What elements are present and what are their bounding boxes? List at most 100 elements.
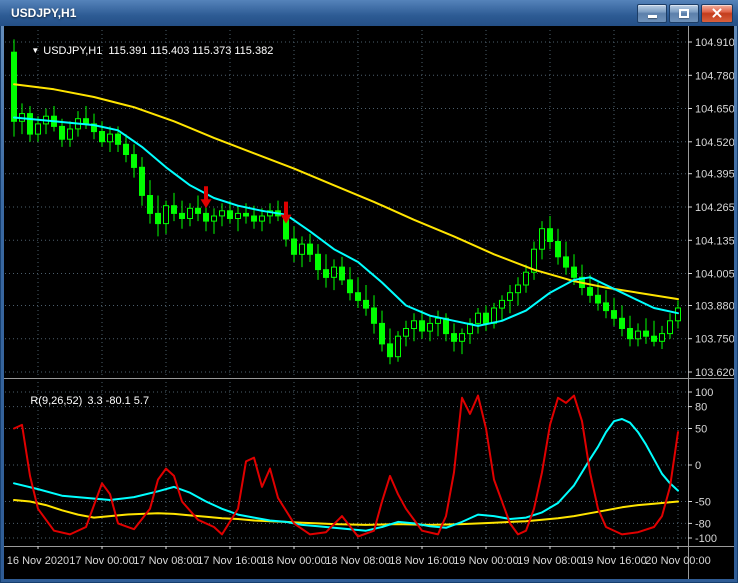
candle-bear (323, 269, 329, 278)
candle-bear (363, 299, 369, 309)
candle-bull (427, 322, 433, 332)
candle-bear (307, 243, 313, 255)
candle-bear (371, 307, 377, 324)
indicator-axis-label: 100 (695, 387, 713, 399)
time-axis-label: 19 Nov 16:00 (581, 555, 646, 567)
candle-bear (315, 253, 321, 271)
candle-bull (163, 205, 169, 225)
candle-bear (643, 330, 649, 337)
candle-bull (507, 292, 513, 301)
candle-bear (123, 143, 129, 156)
maximize-icon (679, 8, 689, 18)
candle-bear (355, 292, 361, 301)
indicator-axis-label: 80 (695, 402, 707, 414)
price-axis-label: 104.265 (695, 202, 734, 214)
candles (11, 39, 681, 365)
time-axis-label: 16 Nov 2020 (7, 555, 69, 567)
indicator-axis-label: -100 (695, 533, 717, 545)
time-axis-label: 18 Nov 08:00 (325, 555, 390, 567)
indicator-label: R(9,26,52) 3.3 -80.1 5.7 (12, 383, 149, 419)
candle-bull (515, 284, 521, 294)
chart-canvas[interactable]: 104.910 104.780 104.650 104.520 104.395 104.2… (4, 26, 734, 579)
candle-bear (339, 266, 345, 281)
maximize-button[interactable] (669, 3, 699, 23)
candle-bull (667, 320, 673, 335)
candle-bear (603, 302, 609, 312)
candle-bear (595, 294, 601, 304)
candle-bear (59, 125, 65, 140)
sell-arrow-icon (200, 186, 212, 209)
candle-bear (571, 266, 577, 278)
window-title: USDJPY,H1 (11, 6, 77, 20)
price-axis-label: 104.910 (695, 37, 734, 49)
candle-bear (387, 343, 393, 358)
candle-bull (259, 215, 265, 222)
titlebar[interactable]: USDJPY,H1 (0, 0, 738, 26)
price-axis-label: 104.650 (695, 104, 734, 116)
sell-arrow-icon (280, 201, 292, 224)
candle-bull (219, 210, 225, 217)
candle-bear (195, 207, 201, 214)
price-axis-label: 103.750 (695, 334, 734, 346)
window-controls (635, 3, 733, 23)
candle-bull (635, 330, 641, 340)
candle-bear (347, 279, 353, 294)
indicator-axis-label: -50 (695, 497, 711, 509)
candle-bull (35, 123, 41, 135)
candle-bear (483, 312, 489, 324)
candle-bear (627, 328, 633, 340)
candle-bull (539, 228, 545, 250)
candle-bear (115, 133, 121, 145)
indicator-axis-label: -80 (695, 518, 711, 530)
time-scale[interactable]: 16 Nov 2020 17 Nov 00:0017 Nov 08:0017 No… (7, 546, 711, 567)
candle-bull (187, 207, 193, 220)
chart-content: 104.910 104.780 104.650 104.520 104.395 104.2… (4, 26, 734, 579)
candle-bull (211, 215, 217, 222)
close-button[interactable] (701, 3, 733, 23)
minimize-button[interactable] (637, 3, 667, 23)
ohlc-values: 115.391 115.403 115.373 115.382 (108, 45, 274, 57)
close-icon (711, 7, 723, 19)
candle-bull (675, 307, 681, 322)
time-axis-label: 17 Nov 08:00 (133, 555, 198, 567)
indicator-name: R(9,26,52) (30, 395, 83, 407)
time-axis-label: 19 Nov 08:00 (517, 555, 582, 567)
candle-bear (379, 322, 385, 345)
candle-bear (203, 212, 209, 222)
candle-bull (499, 299, 505, 309)
candle-bear (227, 210, 233, 220)
ohlc-label: ▼ USDJPY,H1 115.391 115.403 115.373 115.38… (13, 33, 273, 69)
minimize-icon (647, 15, 657, 18)
candle-bull (107, 133, 113, 143)
candle-bull (475, 312, 481, 324)
price-axis-label: 104.395 (695, 169, 734, 181)
candle-bear (555, 241, 561, 258)
candle-bull (403, 328, 409, 337)
price-scale[interactable]: 104.910 104.780 104.650 104.520 104.395 104.2… (688, 37, 734, 545)
candle-bull (435, 317, 441, 324)
candle-bear (155, 212, 161, 225)
candle-bull (331, 266, 337, 278)
candle-bear (419, 320, 425, 332)
time-axis-label: 18 Nov 00:00 (261, 555, 326, 567)
candle-bull (395, 335, 401, 358)
candle-bear (251, 215, 257, 222)
symbol-period-label: USDJPY,H1 (43, 45, 103, 57)
candle-bear (99, 131, 105, 143)
ma-fast-line (13, 116, 679, 327)
candle-bear (291, 238, 297, 255)
candle-bear (147, 195, 153, 214)
candle-bear (139, 166, 145, 196)
symbol-dropdown-icon[interactable]: ▼ (31, 46, 39, 55)
candle-bear (547, 228, 553, 242)
time-axis-label: 18 Nov 16:00 (389, 555, 454, 567)
price-axis-label: 103.620 (695, 367, 734, 379)
price-axis-label: 104.780 (695, 70, 734, 82)
candle-bear (83, 118, 89, 125)
indicator-axis-label: 50 (695, 424, 707, 436)
time-axis-label: 20 Nov 00:00 (645, 555, 710, 567)
candle-bear (27, 113, 33, 135)
price-axis-label: 104.135 (695, 235, 734, 247)
candle-bull (459, 333, 465, 342)
candle-bull (67, 128, 73, 140)
